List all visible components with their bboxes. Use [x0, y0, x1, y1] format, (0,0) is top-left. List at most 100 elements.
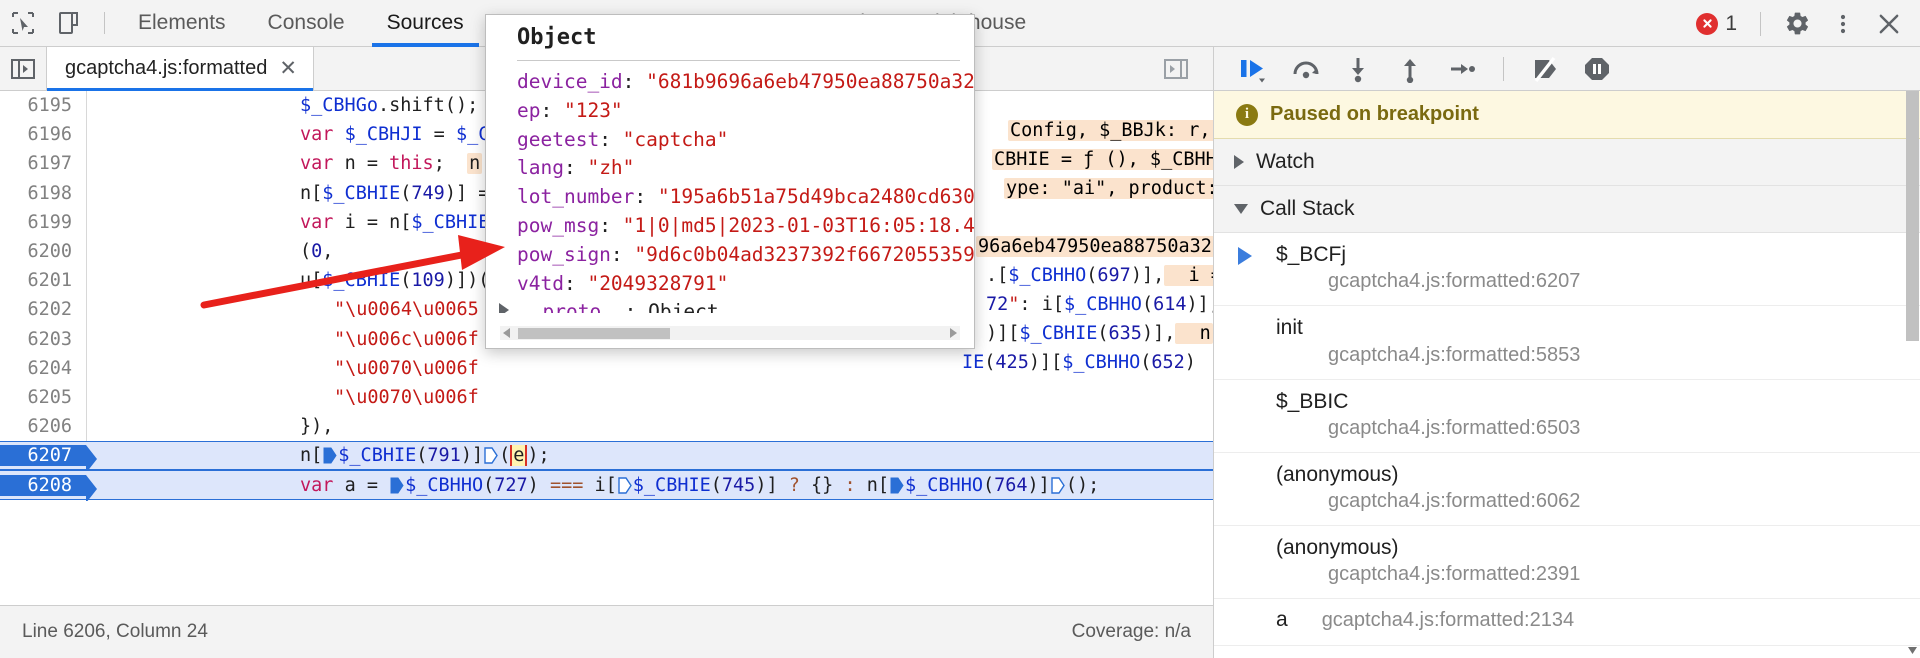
error-circle-icon	[1696, 12, 1719, 35]
scroll-right-arrow-icon[interactable]	[950, 328, 957, 338]
line-content: }),	[300, 416, 334, 438]
line-number: 6199	[27, 211, 72, 233]
line-number: 6205	[27, 386, 72, 408]
file-tab-label: gcaptcha4.js:formatted	[65, 57, 268, 79]
call-stack-frame-5[interactable]: a gcaptcha4.js:formatted:2134	[1214, 599, 1920, 646]
call-stack-label: Call Stack	[1260, 197, 1355, 220]
frame-location: gcaptcha4.js:formatted:6062	[1328, 490, 1581, 512]
line-number: 6201	[27, 270, 72, 292]
error-count-label: 1	[1725, 11, 1737, 35]
line-content: "\u006c\u006f	[334, 328, 479, 350]
code-fragment-6199: ype: "ai", product: "t	[1004, 178, 1213, 199]
tab-sources[interactable]: Sources	[366, 0, 485, 47]
proto-key: __proto__	[519, 300, 625, 313]
popover-horizontal-scrollbar[interactable]	[500, 326, 960, 340]
chevron-right-icon[interactable]	[499, 303, 509, 313]
popover-pointer-tail	[632, 347, 658, 348]
cursor-position-label: Line 6206, Column 24	[22, 621, 208, 642]
property-value: "195a6b51a75d49bca2480cd6305f5	[657, 185, 974, 209]
object-value-popover[interactable]: Object device_id: "681b9696a6eb47950ea88…	[485, 14, 975, 349]
popover-property-row[interactable]: lot_number: "195a6b51a75d49bca2480cd6305…	[517, 183, 974, 212]
sidebar-scroll-thumb[interactable]	[1906, 91, 1919, 341]
code-line-6205[interactable]: 6205 "\u0070\u006f	[0, 383, 1213, 412]
call-stack-frame-0[interactable]: $_BCFj gcaptcha4.js:formatted:6207	[1214, 233, 1920, 307]
popover-property-row[interactable]: lang: "zh"	[517, 154, 974, 183]
frame-location: gcaptcha4.js:formatted:6207	[1328, 270, 1581, 293]
call-stack-frame-1[interactable]: init gcaptcha4.js:formatted:5853	[1214, 306, 1920, 380]
value-marker-outline-icon	[484, 447, 498, 465]
popover-property-row[interactable]: geetest: "captcha"	[517, 126, 974, 155]
line-content: n[$_CBHIE(749)] =	[300, 182, 490, 204]
device-toggle-icon[interactable]	[46, 1, 92, 45]
tab-console[interactable]: Console	[247, 0, 366, 47]
show-debugger-icon[interactable]	[1153, 47, 1199, 90]
sidebar-vertical-scrollbar[interactable]	[1906, 91, 1919, 658]
line-content: n[$_CBHIE(791)](e);	[300, 445, 550, 467]
popover-scroll-thumb[interactable]	[518, 327, 670, 339]
line-number: 6197	[27, 153, 72, 175]
call-stack-section-header[interactable]: Call Stack	[1214, 186, 1920, 233]
chevron-right-icon	[1234, 155, 1244, 169]
watch-section-header[interactable]: Watch	[1214, 139, 1920, 186]
property-value: "zh"	[587, 156, 635, 180]
popover-property-row[interactable]: v4td: "2049328791"	[517, 270, 974, 299]
editor-status-bar: Line 6206, Column 24 Coverage: n/a	[0, 605, 1213, 658]
frame-function-name: a	[1276, 608, 1288, 632]
gear-icon[interactable]	[1774, 2, 1820, 46]
popover-property-row[interactable]: device_id: "681b9696a6eb47950ea88750a32e…	[517, 68, 974, 97]
code-line-6209[interactable]: 6209 if (i[$_CBHHO(703)] && (e[$_CBHIE(7…	[0, 500, 1213, 501]
selected-token-e[interactable]: e	[510, 445, 528, 467]
frame-location: gcaptcha4.js:formatted:6503	[1328, 416, 1581, 439]
call-stack-frame-3[interactable]: (anonymous) gcaptcha4.js:formatted:6062	[1214, 453, 1920, 526]
popover-property-row[interactable]: pow_sign: "9d6c0b04ad3237392f66720553595…	[517, 241, 974, 270]
property-value: "captcha"	[622, 127, 729, 151]
file-tab-gcaptcha4[interactable]: gcaptcha4.js:formatted ✕	[46, 47, 314, 91]
call-stack-frame-4[interactable]: (anonymous) gcaptcha4.js:formatted:2391	[1214, 526, 1920, 600]
property-key: ep	[517, 98, 541, 122]
debugger-sidebar: i Paused on breakpoint Watch Call Stack …	[1213, 47, 1920, 658]
code-line-6206[interactable]: 6206 }),	[0, 412, 1213, 441]
step-over-icon[interactable]	[1282, 48, 1330, 90]
code-fragment-6205: IE(425)][$_CBHHO(652)	[962, 352, 1196, 373]
current-frame-arrow-icon	[1238, 247, 1252, 265]
scroll-left-arrow-icon[interactable]	[503, 328, 510, 338]
code-fragment-6202: .[$_CBHHO(697)], i =	[986, 265, 1213, 286]
sidebar-scroll-down-icon[interactable]	[1907, 645, 1918, 656]
frame-function-name: init	[1276, 316, 1303, 340]
property-key: lot_number	[517, 185, 635, 209]
popover-property-row[interactable]: pow_msg: "1|0|md5|2023-01-03T16:05:18.47…	[517, 212, 974, 241]
property-value: "123"	[563, 98, 623, 122]
line-number: 6202	[27, 299, 72, 321]
code-fragment-6204: )][$_CBHIE(635)], n	[986, 323, 1213, 344]
property-key: device_id	[517, 70, 623, 93]
cursor-inspect-icon[interactable]	[0, 1, 46, 45]
pause-exceptions-icon[interactable]	[1573, 48, 1621, 90]
call-stack-frame-2[interactable]: $_BBIC gcaptcha4.js:formatted:6503	[1214, 380, 1920, 453]
close-icon[interactable]	[1866, 2, 1912, 46]
popover-title: Object	[517, 25, 597, 50]
close-tab-icon[interactable]: ✕	[279, 58, 297, 79]
step-out-icon[interactable]	[1386, 48, 1434, 90]
more-vertical-icon[interactable]	[1820, 2, 1866, 46]
tab-elements[interactable]: Elements	[117, 0, 247, 47]
coverage-label: Coverage: n/a	[1071, 621, 1191, 642]
debugger-divider	[1503, 56, 1504, 81]
popover-property-row[interactable]: ep: "123"	[517, 97, 974, 126]
show-navigator-icon[interactable]	[0, 47, 46, 90]
deactivate-breakpoints-icon[interactable]	[1521, 48, 1569, 90]
error-count-badge[interactable]: 1	[1686, 12, 1747, 36]
popover-properties-list: device_id: "681b9696a6eb47950ea88750a32e…	[486, 61, 974, 313]
line-content: "\u0070\u006f	[334, 357, 479, 379]
step-icon[interactable]	[1438, 48, 1486, 90]
code-line-6208[interactable]: 6208 var a = $_CBHHO(727) === i[$_CBHIE(…	[0, 470, 1213, 501]
info-icon: i	[1236, 103, 1258, 126]
line-content: var $_CBHJI = $_CB	[300, 124, 501, 146]
property-key: geetest	[517, 127, 600, 151]
step-into-icon[interactable]	[1334, 48, 1382, 90]
frame-function-name: $_BCFj	[1276, 243, 1347, 266]
code-line-6207[interactable]: 6207 n[$_CBHIE(791)](e);	[0, 441, 1213, 474]
resume-icon[interactable]	[1230, 48, 1278, 90]
property-key: pow_sign	[517, 242, 611, 266]
popover-proto-row[interactable]: __proto__: Object	[499, 298, 974, 313]
code-fragment-6203: 72": i[$_CBHHO(614)],	[986, 294, 1213, 315]
